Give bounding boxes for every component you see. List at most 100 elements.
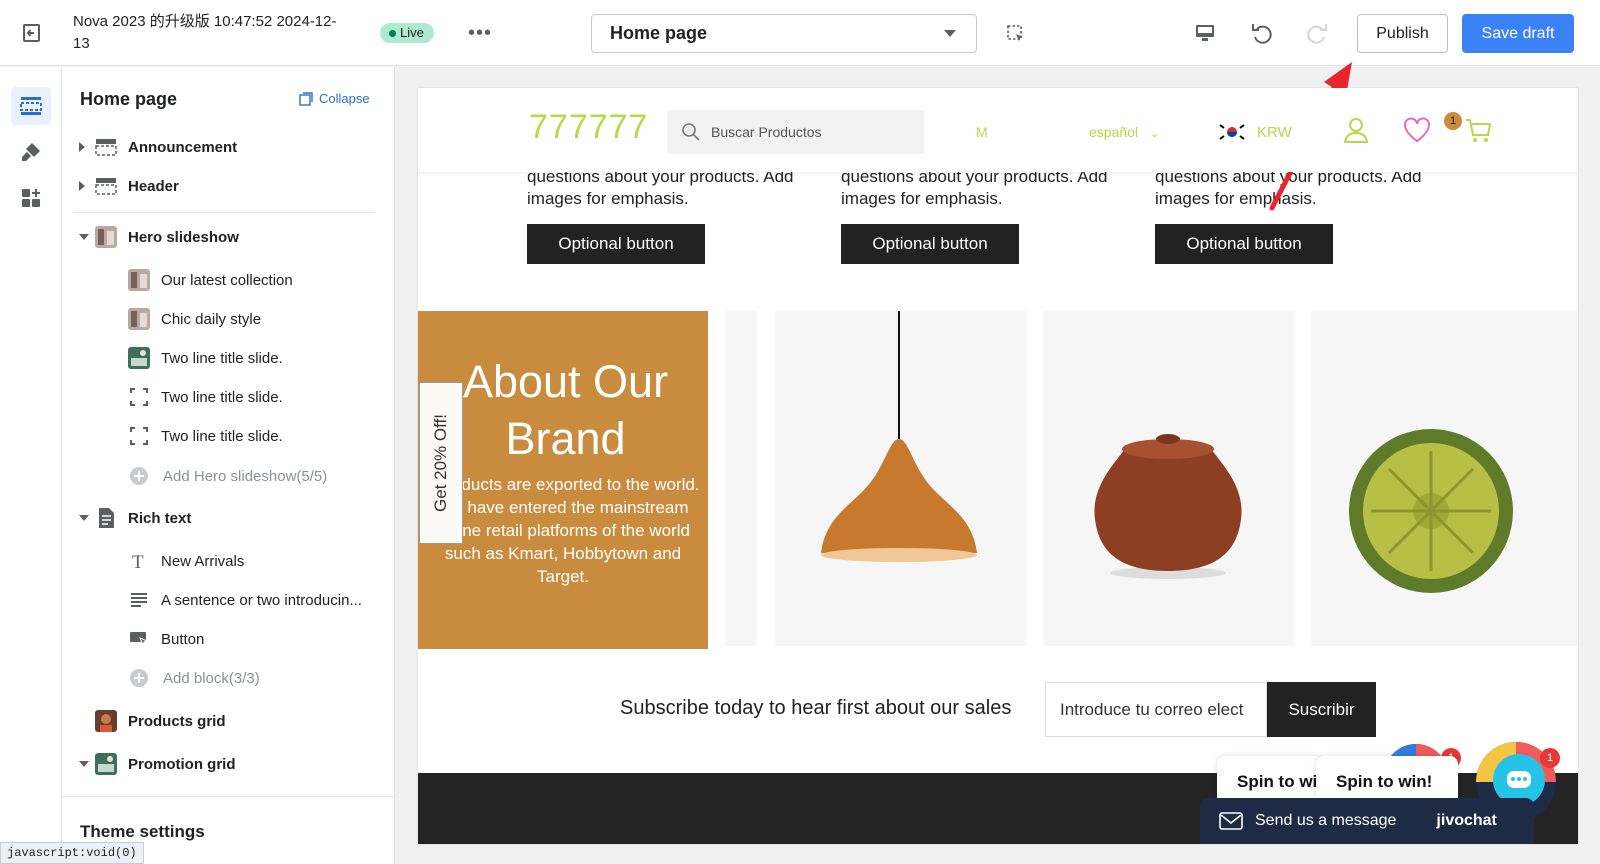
block-label: Two line title slide. bbox=[161, 349, 283, 367]
store-search-input[interactable]: Buscar Productos bbox=[667, 110, 924, 154]
live-badge-label: Live bbox=[400, 25, 424, 40]
collapse-button[interactable]: Collapse bbox=[299, 91, 370, 106]
pendant-lamp-image bbox=[821, 311, 977, 562]
exit-icon[interactable] bbox=[20, 21, 44, 45]
desktop-view-icon[interactable] bbox=[1194, 22, 1216, 44]
placeholder-frame-icon bbox=[130, 388, 148, 406]
image-thumbnail-icon bbox=[128, 347, 150, 369]
wishlist-count-badge: 1 bbox=[1444, 112, 1462, 130]
section-header[interactable]: Header bbox=[62, 170, 395, 202]
currency-selector[interactable]: KRW bbox=[1217, 122, 1292, 142]
section-announcement[interactable]: Announcement bbox=[62, 131, 395, 163]
rail-apps[interactable] bbox=[11, 179, 51, 217]
section-promotion-grid[interactable]: Promotion grid bbox=[62, 748, 395, 780]
block-label: A sentence or two introducin... bbox=[161, 591, 362, 609]
block-new-arrivals[interactable]: T New Arrivals bbox=[62, 545, 395, 577]
search-placeholder: Buscar Productos bbox=[711, 124, 822, 140]
rail-theme-settings[interactable] bbox=[11, 133, 51, 171]
newsletter-email-input[interactable] bbox=[1045, 682, 1267, 737]
block-label: Our latest collection bbox=[161, 271, 293, 289]
optional-button[interactable]: Optional button bbox=[1155, 224, 1333, 264]
image-thumbnail-icon bbox=[95, 226, 117, 248]
plus-circle-icon bbox=[130, 669, 148, 687]
chevron-right-icon[interactable] bbox=[79, 181, 85, 191]
image-thumbnail-icon bbox=[95, 753, 117, 775]
announcement-section-icon bbox=[95, 139, 117, 156]
language-label: español bbox=[1089, 124, 1139, 140]
redo-icon[interactable] bbox=[1305, 21, 1329, 45]
live-dot-icon bbox=[389, 29, 396, 37]
chevron-down-icon[interactable] bbox=[79, 761, 89, 767]
chevron-down-icon[interactable] bbox=[79, 234, 89, 240]
sections-icon bbox=[20, 97, 42, 115]
store-header: 777777 Buscar Productos M español ⌄ KRW … bbox=[418, 88, 1578, 172]
chevron-down-icon bbox=[944, 30, 956, 37]
undo-icon[interactable] bbox=[1250, 21, 1274, 45]
korea-flag-icon bbox=[1217, 122, 1247, 142]
paintbrush-icon bbox=[22, 143, 40, 161]
search-icon bbox=[682, 123, 700, 141]
language-selector[interactable]: español ⌄ bbox=[1089, 124, 1159, 140]
plus-circle-icon bbox=[130, 467, 148, 485]
jivochat-bar[interactable]: Send us a message jivochat bbox=[1200, 798, 1534, 844]
discount-tab-label: Get 20% Off! bbox=[431, 414, 450, 512]
placeholder-frame-icon bbox=[130, 427, 148, 445]
section-label: Promotion grid bbox=[128, 755, 236, 773]
more-actions-icon[interactable]: ••• bbox=[468, 22, 492, 45]
feature-column: questions about your products. Add image… bbox=[527, 166, 807, 264]
block-two-line-title-2[interactable]: Two line title slide. bbox=[62, 381, 395, 413]
add-block-button[interactable]: Add block(3/3) bbox=[62, 662, 395, 694]
save-draft-button[interactable]: Save draft bbox=[1462, 14, 1574, 53]
jivochat-message: Send us a message bbox=[1255, 812, 1397, 829]
product-tile-cucumber-pillow[interactable] bbox=[1311, 311, 1578, 646]
publish-button[interactable]: Publish bbox=[1357, 14, 1448, 53]
add-hero-slide-label: Add Hero slideshow(5/5) bbox=[163, 467, 328, 485]
block-label: Two line title slide. bbox=[161, 388, 283, 406]
collapse-icon bbox=[299, 91, 313, 106]
account-icon[interactable] bbox=[1342, 116, 1370, 144]
cucumber-pillow-image bbox=[1349, 429, 1513, 593]
page-selector[interactable]: Home page bbox=[591, 14, 977, 53]
wooden-pot-image bbox=[1094, 434, 1242, 579]
divider bbox=[62, 796, 395, 797]
store-logo[interactable]: 777777 bbox=[529, 108, 648, 147]
header-section-icon bbox=[95, 178, 117, 195]
product-tile-pendant-lamp[interactable] bbox=[775, 311, 1026, 646]
wishlist-heart-icon[interactable] bbox=[1403, 116, 1431, 144]
newsletter-subscribe-button[interactable]: Suscribir bbox=[1267, 682, 1376, 737]
block-two-line-title-1[interactable]: Two line title slide. bbox=[62, 342, 395, 374]
feature-text: questions about your products. Add image… bbox=[841, 167, 1108, 208]
block-label: Button bbox=[161, 630, 205, 648]
section-rich-text[interactable]: Rich text bbox=[62, 502, 395, 534]
block-two-line-title-3[interactable]: Two line title slide. bbox=[62, 420, 395, 452]
discount-popup-tab[interactable]: Get 20% Off! bbox=[419, 382, 463, 544]
theme-settings-link[interactable]: Theme settings bbox=[80, 822, 205, 842]
block-label: Two line title slide. bbox=[161, 427, 283, 445]
block-chic-daily-style[interactable]: Chic daily style bbox=[62, 303, 395, 335]
section-hero-slideshow[interactable]: Hero slideshow bbox=[62, 221, 395, 253]
product-tile-wooden-pot[interactable] bbox=[1043, 311, 1294, 646]
jivochat-brand: jivochat bbox=[1436, 812, 1497, 829]
live-badge: Live bbox=[380, 23, 434, 43]
rail-sections[interactable] bbox=[11, 87, 51, 125]
image-thumbnail-icon bbox=[95, 710, 117, 732]
add-hero-slide-button[interactable]: Add Hero slideshow(5/5) bbox=[62, 460, 395, 492]
divider bbox=[74, 212, 374, 213]
block-button[interactable]: Button bbox=[62, 623, 395, 655]
inspector-icon[interactable] bbox=[1006, 24, 1026, 44]
nav-menu-item[interactable]: M bbox=[976, 124, 988, 140]
product-tile[interactable] bbox=[726, 311, 757, 646]
cart-icon[interactable] bbox=[1464, 116, 1492, 144]
envelope-icon bbox=[1219, 812, 1243, 830]
block-sentence[interactable]: A sentence or two introducin... bbox=[62, 584, 395, 616]
chevron-right-icon[interactable] bbox=[79, 142, 85, 152]
document-icon bbox=[99, 508, 114, 528]
optional-button[interactable]: Optional button bbox=[841, 224, 1019, 264]
block-our-latest-collection[interactable]: Our latest collection bbox=[62, 264, 395, 296]
section-products-grid[interactable]: Products grid bbox=[62, 705, 395, 737]
chevron-down-icon[interactable] bbox=[79, 515, 89, 521]
page-selector-value: Home page bbox=[610, 23, 708, 43]
chat-badge: 1 bbox=[1540, 748, 1560, 768]
add-block-label: Add block(3/3) bbox=[163, 669, 260, 687]
optional-button[interactable]: Optional button bbox=[527, 224, 705, 264]
